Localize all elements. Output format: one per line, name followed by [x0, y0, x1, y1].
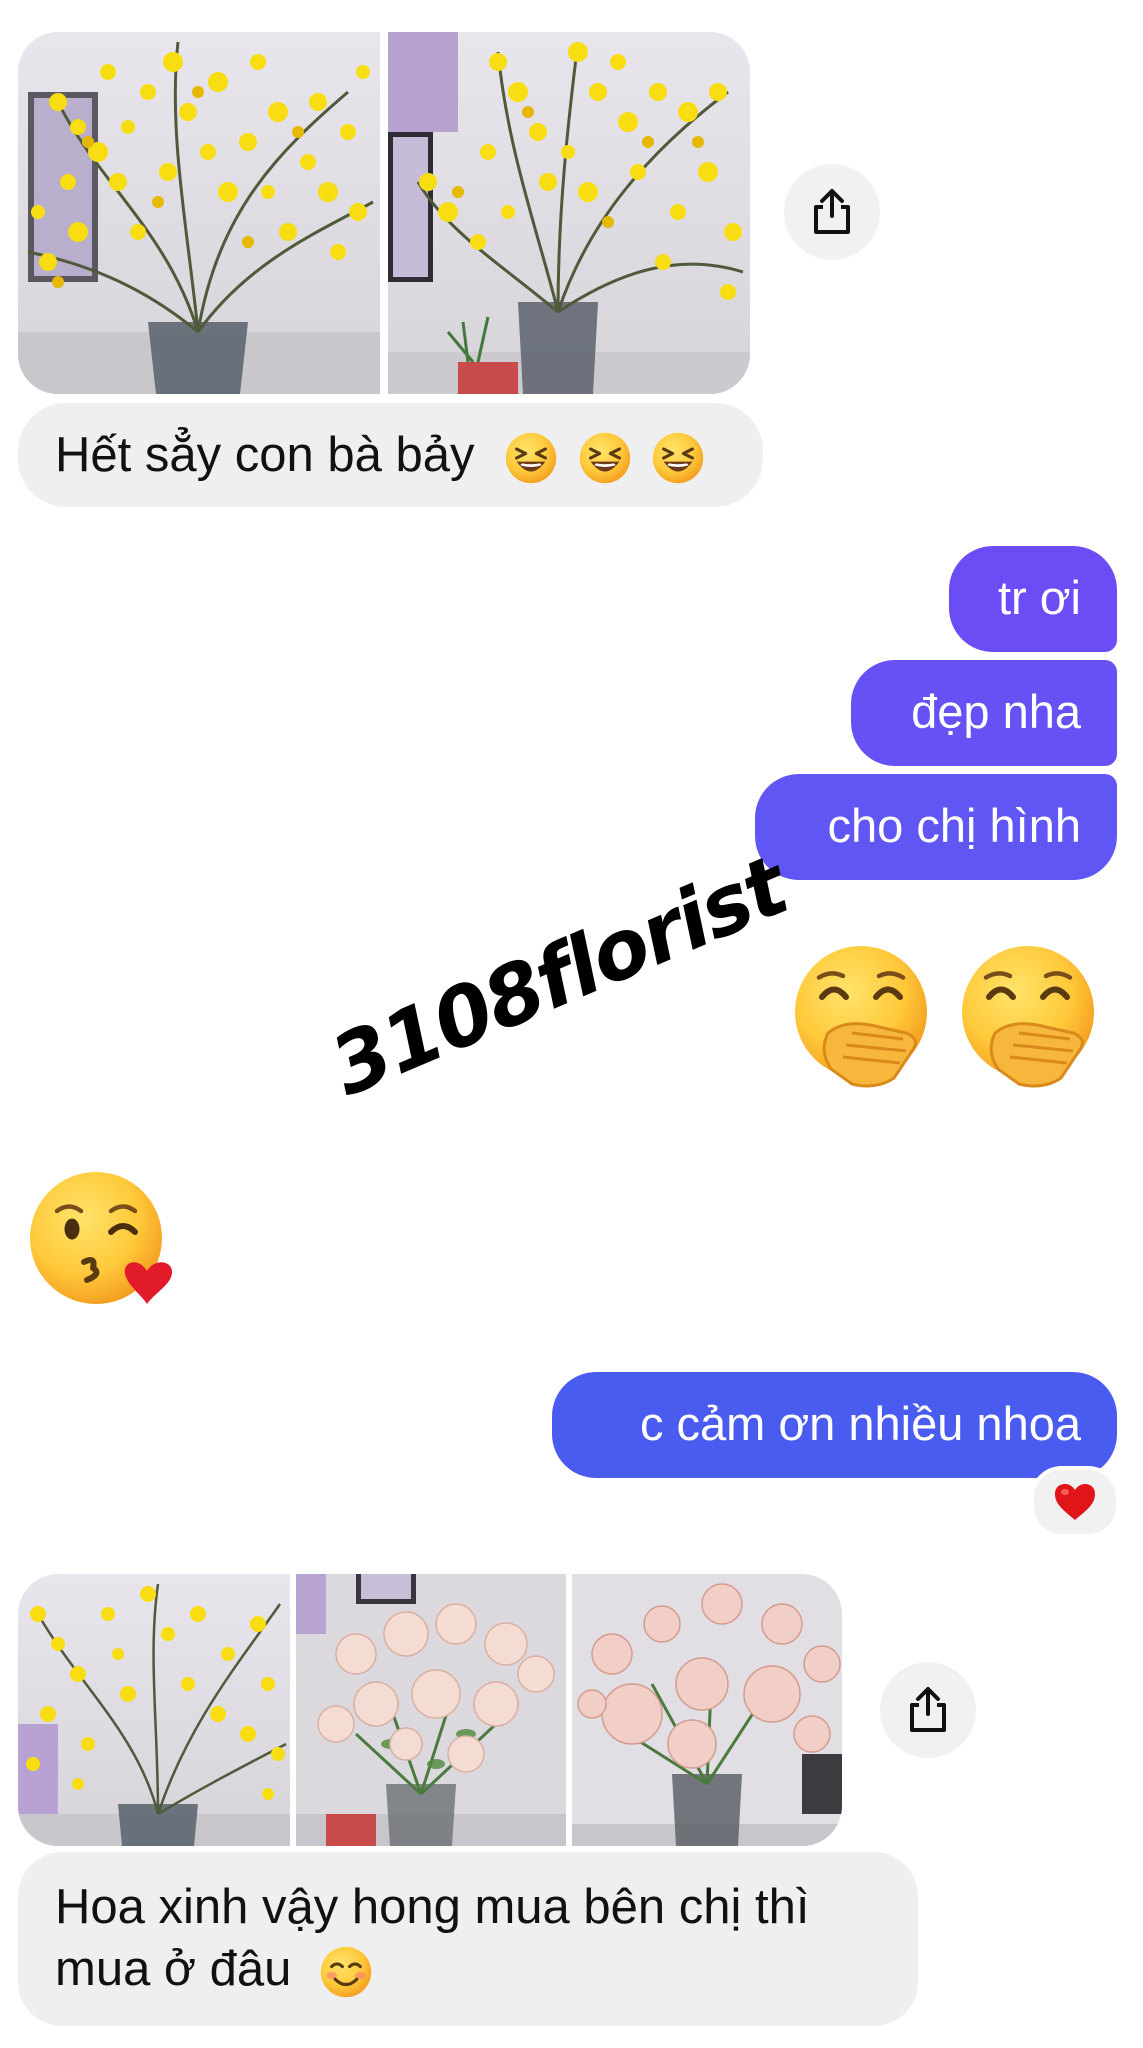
share-icon [910, 1687, 946, 1732]
message-text: cho chị hình [827, 799, 1081, 852]
share-button[interactable] [880, 1662, 976, 1758]
face-blowing-a-kiss-icon [30, 1172, 173, 1304]
outgoing-message-4[interactable]: c cảm ơn nhiều nhoa [552, 1372, 1117, 1478]
photo-pink-rose-1[interactable] [296, 1574, 566, 1846]
outgoing-message-2[interactable]: đẹp nha [851, 660, 1117, 766]
face-with-hand-over-mouth-icon [795, 946, 927, 1088]
incoming-message-2[interactable]: Hoa xinh vậy hong mua bên chị thì mua ở … [18, 1852, 918, 2026]
outgoing-message-3[interactable]: cho chị hình [755, 774, 1117, 880]
red-heart-icon [1055, 1484, 1095, 1520]
message-text-line-1: Hoa xinh vậy hong mua bên chị thì [55, 1880, 810, 1934]
message-text: đẹp nha [911, 685, 1081, 738]
message-text: tr ơi [997, 571, 1081, 624]
laughing-face-icon [579, 432, 630, 484]
share-button[interactable] [784, 164, 880, 260]
message-text: Hết sẳy con bà bảy [55, 428, 475, 482]
photo-yellow-orchid-1[interactable] [18, 32, 380, 394]
laughing-face-icon [505, 432, 557, 484]
watermark: 3108florist [317, 838, 800, 1115]
share-icon [814, 189, 850, 234]
photo-yellow-orchid-3[interactable] [18, 1574, 290, 1846]
face-with-hand-over-mouth-icon [962, 946, 1094, 1088]
reaction-badge[interactable] [1030, 1466, 1120, 1538]
laughing-face-icon [653, 432, 704, 484]
photo-yellow-orchid-2[interactable] [388, 32, 750, 394]
incoming-message-1[interactable]: Hết sẳy con bà bảy [18, 403, 763, 507]
outgoing-message-1[interactable]: tr ơi [949, 546, 1117, 652]
smiling-face-icon [320, 1946, 372, 1998]
message-text-line-2: mua ở đâu [55, 1942, 292, 1996]
photo-pink-rose-2[interactable] [572, 1574, 842, 1846]
message-text: c cảm ơn nhiều nhoa [639, 1397, 1081, 1450]
